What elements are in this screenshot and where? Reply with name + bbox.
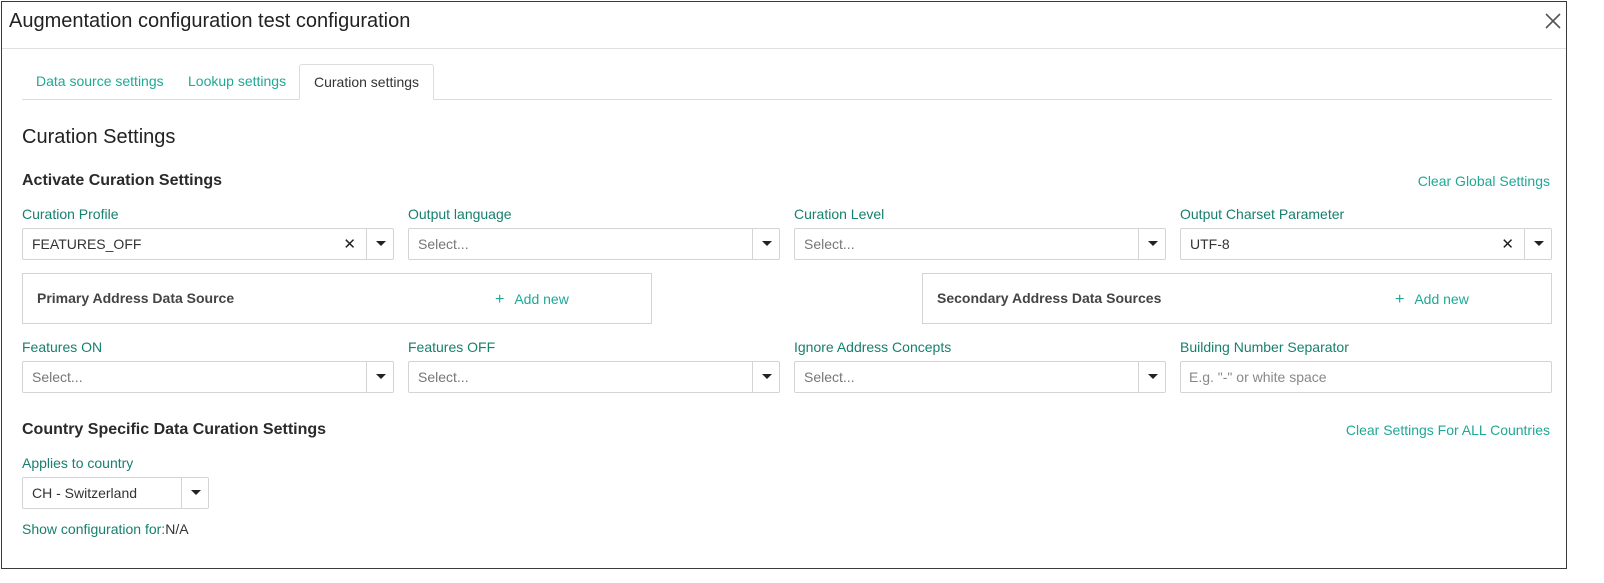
add-new-label: Add new: [514, 291, 569, 307]
caret-down-icon[interactable]: [752, 229, 779, 259]
features-on-placeholder: Select...: [32, 369, 83, 385]
curation-level-placeholder: Select...: [804, 236, 855, 252]
dialog-header: Augmentation configuration test configur…: [2, 2, 1566, 49]
features-off-placeholder: Select...: [418, 369, 469, 385]
primary-address-data-source-box: Primary Address Data Source + Add new: [22, 273, 652, 324]
primary-add-new-button[interactable]: + Add new: [495, 291, 569, 309]
show-configuration-value: N/A: [165, 521, 189, 537]
output-charset-label: Output Charset Parameter: [1180, 206, 1345, 222]
caret-down-icon[interactable]: [366, 229, 393, 259]
clear-x-icon[interactable]: ✕: [343, 235, 356, 253]
caret-down-icon[interactable]: [366, 362, 393, 392]
caret-down-icon[interactable]: [181, 478, 208, 508]
primary-address-title: Primary Address Data Source: [37, 290, 235, 306]
page-title: Curation Settings: [22, 126, 176, 148]
curation-level-select[interactable]: Select...: [794, 228, 1166, 260]
curation-level-label: Curation Level: [794, 206, 885, 222]
secondary-add-new-button[interactable]: + Add new: [1395, 291, 1469, 309]
add-new-label: Add new: [1414, 291, 1469, 307]
output-charset-select[interactable]: UTF-8 ✕: [1180, 228, 1552, 260]
ignore-address-concepts-select[interactable]: Select...: [794, 361, 1166, 393]
features-off-label: Features OFF: [408, 339, 496, 355]
caret-down-icon[interactable]: [1138, 362, 1165, 392]
close-icon[interactable]: [1542, 10, 1564, 32]
output-language-placeholder: Select...: [418, 236, 469, 252]
tab-lookup-settings[interactable]: Lookup settings: [174, 64, 300, 100]
caret-down-icon[interactable]: [1138, 229, 1165, 259]
curation-profile-value: FEATURES_OFF: [32, 236, 142, 252]
features-on-select[interactable]: Select...: [22, 361, 394, 393]
features-off-select[interactable]: Select...: [408, 361, 780, 393]
clear-all-countries-link[interactable]: Clear Settings For ALL Countries: [1346, 422, 1550, 438]
tab-data-source-settings[interactable]: Data source settings: [22, 64, 178, 100]
output-charset-value: UTF-8: [1190, 236, 1230, 252]
building-number-separator-input[interactable]: [1180, 361, 1552, 393]
ignore-address-concepts-placeholder: Select...: [804, 369, 855, 385]
applies-to-country-label: Applies to country: [22, 455, 134, 471]
config-dialog: Augmentation configuration test configur…: [1, 1, 1567, 569]
activate-curation-heading: Activate Curation Settings: [22, 172, 223, 189]
show-configuration-line: Show configuration for:N/A: [22, 521, 189, 537]
country-specific-heading: Country Specific Data Curation Settings: [22, 421, 327, 438]
curation-profile-label: Curation Profile: [22, 206, 119, 222]
features-on-label: Features ON: [22, 339, 103, 355]
clear-x-icon[interactable]: ✕: [1501, 235, 1514, 253]
curation-profile-select[interactable]: FEATURES_OFF ✕: [22, 228, 394, 260]
building-number-separator-label: Building Number Separator: [1180, 339, 1349, 355]
output-language-select[interactable]: Select...: [408, 228, 780, 260]
show-configuration-label: Show configuration for:: [22, 521, 166, 537]
dialog-title: Augmentation configuration test configur…: [9, 10, 411, 32]
caret-down-icon[interactable]: [1524, 229, 1551, 259]
plus-icon: +: [495, 291, 505, 308]
ignore-address-concepts-label: Ignore Address Concepts: [794, 339, 952, 355]
plus-icon: +: [1395, 291, 1405, 308]
clear-global-settings-link[interactable]: Clear Global Settings: [1418, 173, 1550, 189]
output-language-label: Output language: [408, 206, 512, 222]
caret-down-icon[interactable]: [752, 362, 779, 392]
applies-to-country-value: CH - Switzerland: [32, 485, 138, 501]
secondary-address-title: Secondary Address Data Sources: [937, 290, 1162, 306]
tab-curation-settings[interactable]: Curation settings: [299, 64, 435, 100]
applies-to-country-select[interactable]: CH - Switzerland: [22, 477, 209, 509]
secondary-address-data-sources-box: Secondary Address Data Sources + Add new: [922, 273, 1552, 324]
tab-bar: Data source settings Lookup settings Cur…: [22, 64, 1552, 100]
